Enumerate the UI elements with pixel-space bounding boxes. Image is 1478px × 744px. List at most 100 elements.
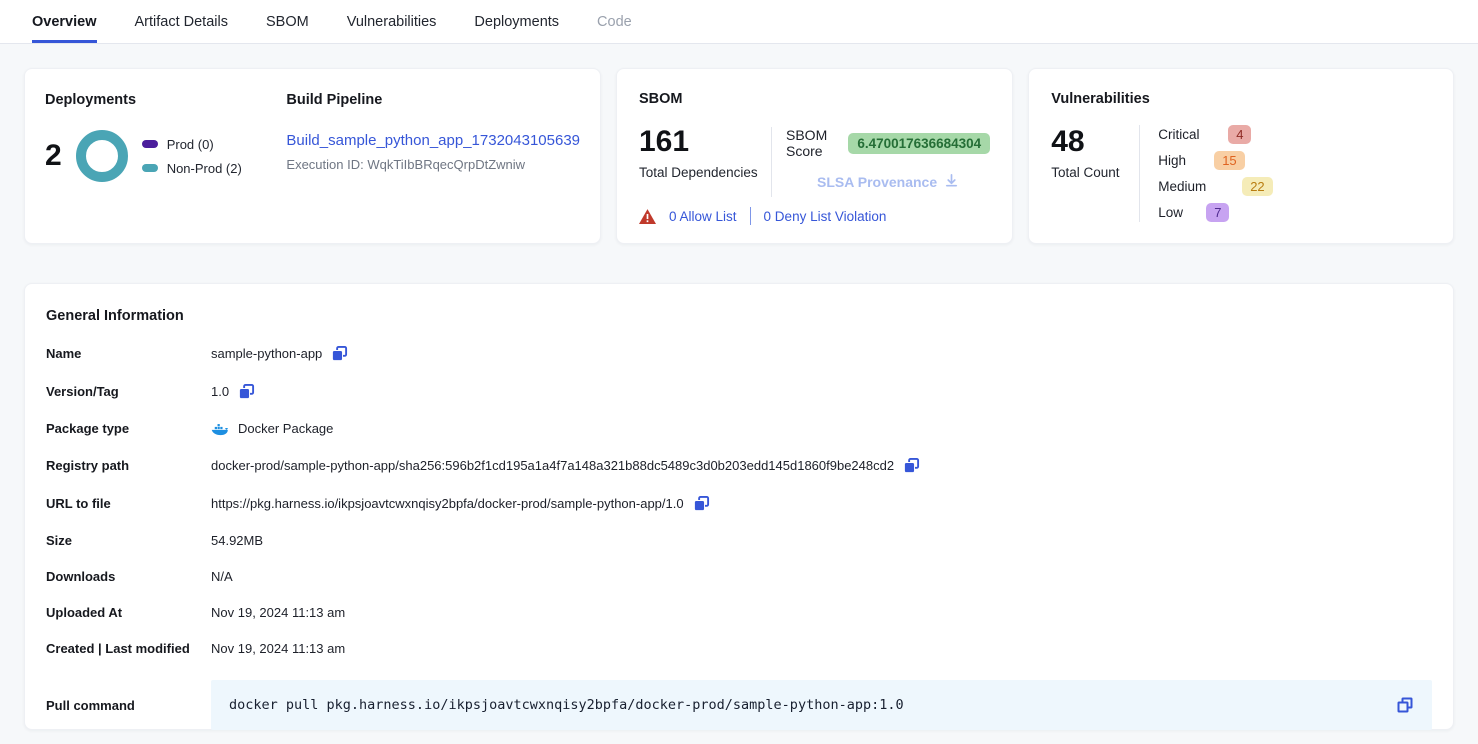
downloads-label: Downloads: [46, 569, 211, 584]
legend-item-prod: Prod (0): [142, 137, 242, 152]
severity-row-low: Low 7: [1158, 203, 1272, 222]
vulnerabilities-divider: [1139, 125, 1140, 222]
downloads-value: N/A: [211, 569, 233, 584]
vulnerabilities-totals: 48 Total Count: [1051, 125, 1139, 222]
download-icon: [944, 173, 959, 191]
url-to-file-label: URL to file: [46, 496, 211, 511]
build-pipeline-title: Build Pipeline: [286, 92, 580, 108]
sbom-score-badge: 6.470017636684304: [848, 133, 990, 154]
severity-row-high: High 15: [1158, 151, 1272, 170]
copy-icon[interactable]: [331, 345, 348, 362]
severity-row-medium: Medium 22: [1158, 177, 1272, 196]
tab-overview[interactable]: Overview: [32, 0, 97, 43]
copy-outline-icon[interactable]: [1396, 696, 1414, 714]
severity-list: Critical 4 High 15 Medium 22 Low 7: [1158, 125, 1272, 222]
uploaded-at-label: Uploaded At: [46, 605, 211, 620]
legend-item-nonprod: Non-Prod (2): [142, 161, 242, 176]
sbom-card-body: 161 Total Dependencies SBOM Score 6.4700…: [639, 125, 990, 207]
allow-list-link[interactable]: 0 Allow List: [669, 209, 737, 224]
tab-code: Code: [597, 0, 632, 43]
slsa-provenance-link[interactable]: SLSA Provenance: [786, 173, 990, 191]
tab-bar: Overview Artifact Details SBOM Vulnerabi…: [0, 0, 1478, 44]
severity-label-medium: Medium: [1158, 179, 1234, 194]
pull-command-box: docker pull pkg.harness.io/ikpsjoavtcwxn…: [211, 680, 1432, 730]
sbom-totals: 161 Total Dependencies: [639, 125, 771, 207]
prod-legend-label: Prod (0): [167, 137, 214, 152]
created-last-modified-label: Created | Last modified: [46, 641, 211, 656]
severity-count-badge-low: 7: [1206, 203, 1229, 222]
info-row-url: URL to file https://pkg.harness.io/ikpsj…: [46, 495, 1432, 512]
vulnerabilities-body: 48 Total Count Critical 4 High 15 Medium: [1051, 125, 1431, 222]
severity-row-critical: Critical 4: [1158, 125, 1272, 144]
url-to-file-value: https://pkg.harness.io/ikpsjoavtcwxnqisy…: [211, 496, 684, 511]
size-value: 54.92MB: [211, 533, 263, 548]
build-pipeline-link[interactable]: Build_sample_python_app_1732043105639: [286, 132, 580, 149]
info-row-downloads: Downloads N/A: [46, 569, 1432, 584]
vulnerabilities-card-title: Vulnerabilities: [1051, 91, 1431, 107]
policy-links-divider: [750, 207, 751, 225]
general-information-title: General Information: [46, 308, 1432, 324]
vulnerabilities-total-label: Total Count: [1051, 165, 1139, 180]
deployments-card: Deployments 2 Prod (0) Non-Prod (2): [24, 68, 601, 244]
severity-label-low: Low: [1158, 205, 1198, 220]
sbom-score-block: SBOM Score 6.470017636684304 SLSA Proven…: [786, 125, 990, 207]
info-row-registry-path: Registry path docker-prod/sample-python-…: [46, 457, 1432, 474]
created-last-modified-value: Nov 19, 2024 11:13 am: [211, 641, 345, 656]
tab-vulnerabilities[interactable]: Vulnerabilities: [347, 0, 437, 43]
deployments-donut-chart: [76, 130, 128, 182]
sbom-total-dependencies-count: 161: [639, 125, 771, 159]
nonprod-swatch-icon: [142, 164, 158, 172]
copy-icon[interactable]: [903, 457, 920, 474]
docker-whale-icon: [211, 422, 229, 436]
copy-icon[interactable]: [238, 383, 255, 400]
info-row-name: Name sample-python-app: [46, 345, 1432, 362]
sbom-divider: [771, 127, 772, 197]
severity-count-badge-medium: 22: [1242, 177, 1272, 196]
info-row-created-modified: Created | Last modified Nov 19, 2024 11:…: [46, 641, 1432, 656]
tab-sbom[interactable]: SBOM: [266, 0, 309, 43]
tab-artifact-details[interactable]: Artifact Details: [135, 0, 228, 43]
tab-deployments[interactable]: Deployments: [474, 0, 559, 43]
vulnerabilities-total-count: 48: [1051, 125, 1139, 159]
sbom-score-label: SBOM Score: [786, 127, 838, 159]
sbom-card: SBOM 161 Total Dependencies SBOM Score 6…: [616, 68, 1013, 244]
sbom-score-row: SBOM Score 6.470017636684304: [786, 127, 990, 159]
info-row-version: Version/Tag 1.0: [46, 383, 1432, 400]
deployments-legend: Prod (0) Non-Prod (2): [142, 137, 242, 176]
build-pipeline-column: Build Pipeline Build_sample_python_app_1…: [286, 92, 580, 220]
info-row-pull-command: Pull command docker pull pkg.harness.io/…: [46, 680, 1432, 730]
info-row-package-type: Package type Docker Package: [46, 421, 1432, 436]
deployments-summary: 2 Prod (0) Non-Prod (2): [45, 130, 286, 182]
version-tag-label: Version/Tag: [46, 384, 211, 399]
sbom-total-dependencies-label: Total Dependencies: [639, 165, 771, 180]
severity-label-high: High: [1158, 153, 1206, 168]
info-row-size: Size 54.92MB: [46, 533, 1432, 548]
general-information-card: General Information Name sample-python-a…: [24, 283, 1454, 730]
package-type-value: Docker Package: [238, 421, 333, 436]
sbom-policy-links: 0 Allow List 0 Deny List Violation: [639, 207, 990, 225]
severity-count-badge-critical: 4: [1228, 125, 1251, 144]
prod-swatch-icon: [142, 140, 158, 148]
name-label: Name: [46, 346, 211, 361]
uploaded-at-value: Nov 19, 2024 11:13 am: [211, 605, 345, 620]
severity-count-badge-high: 15: [1214, 151, 1244, 170]
deployments-column: Deployments 2 Prod (0) Non-Prod (2): [45, 92, 286, 220]
nonprod-legend-label: Non-Prod (2): [167, 161, 242, 176]
size-label: Size: [46, 533, 211, 548]
package-type-label: Package type: [46, 421, 211, 436]
registry-path-value: docker-prod/sample-python-app/sha256:596…: [211, 458, 894, 473]
severity-label-critical: Critical: [1158, 127, 1220, 142]
warning-triangle-icon: [639, 209, 656, 224]
deny-list-link[interactable]: 0 Deny List Violation: [764, 209, 887, 224]
version-tag-value: 1.0: [211, 384, 229, 399]
pull-command-value: docker pull pkg.harness.io/ikpsjoavtcwxn…: [229, 697, 904, 713]
slsa-provenance-label: SLSA Provenance: [817, 174, 937, 190]
execution-id-text: Execution ID: WqkTiIbBRqecQrpDtZwniw: [286, 157, 580, 172]
copy-icon[interactable]: [693, 495, 710, 512]
deployments-total-count: 2: [45, 139, 62, 173]
info-row-uploaded-at: Uploaded At Nov 19, 2024 11:13 am: [46, 605, 1432, 620]
pull-command-label: Pull command: [46, 698, 211, 713]
sbom-card-title: SBOM: [639, 91, 990, 107]
name-value: sample-python-app: [211, 346, 322, 361]
summary-cards-row: Deployments 2 Prod (0) Non-Prod (2): [24, 68, 1454, 244]
